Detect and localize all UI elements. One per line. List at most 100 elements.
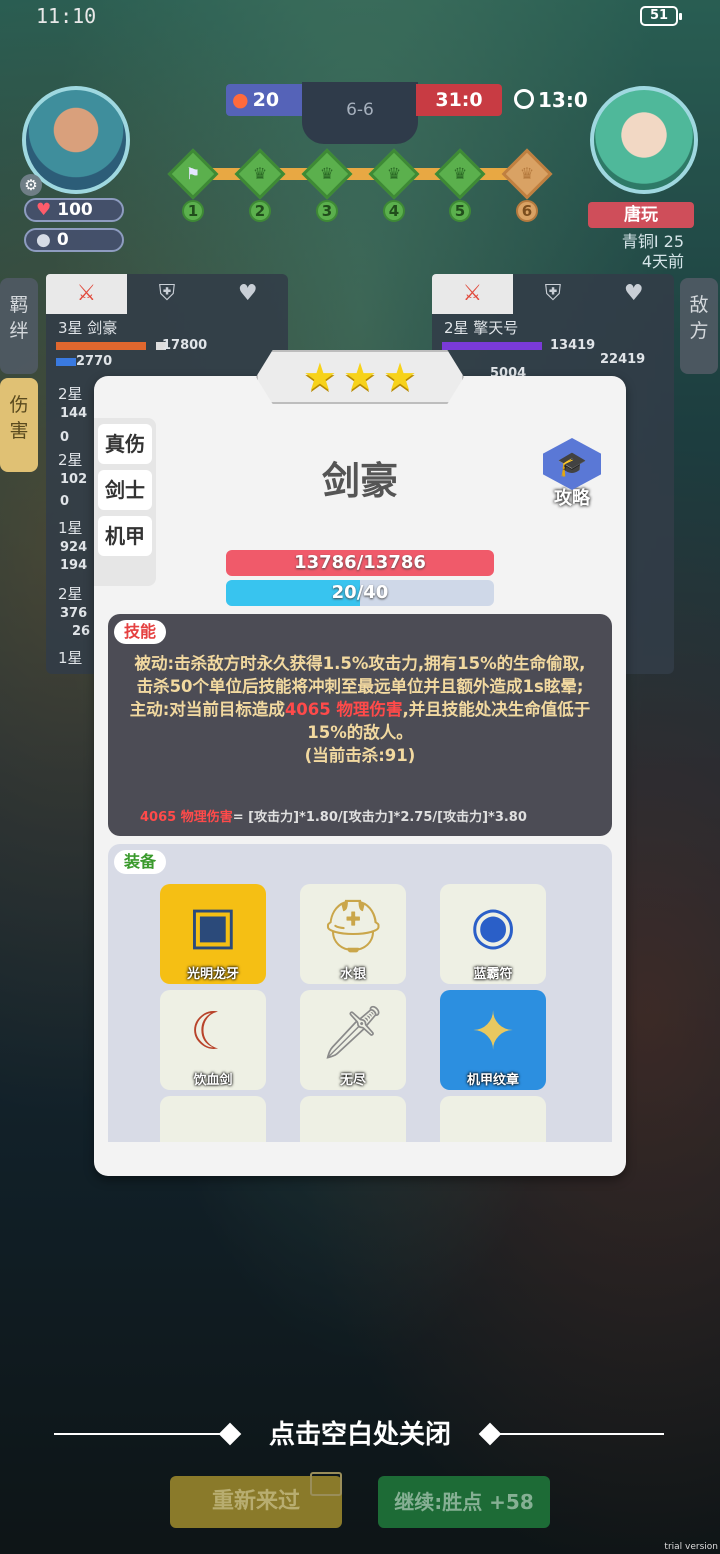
star-icon: ★ [302, 355, 337, 399]
round-indicator: 6-6 [302, 82, 418, 144]
equipment-item[interactable]: 🗡 无尽 [300, 990, 406, 1090]
battery-icon: 51 [640, 6, 682, 26]
trait-chip[interactable]: 真伤 [98, 424, 152, 464]
equipment-item[interactable] [300, 1096, 406, 1142]
equipment-section-label: 装备 [114, 850, 167, 874]
unit-label: 1星 [58, 649, 83, 667]
unit-damage: 2770 [76, 354, 113, 369]
continue-button[interactable]: 继续:胜点 +58 [378, 1476, 550, 1528]
formula-scaling: = [攻击力]*1.80/[攻击力]*2.75/[攻击力]*3.80 [232, 810, 527, 825]
video-icon [310, 1472, 342, 1496]
heart-icon[interactable]: ♥ [207, 274, 288, 314]
unit-damage: 0 [60, 430, 70, 445]
trophy-icon: ♛ [386, 164, 402, 183]
tab-bonds[interactable]: 羁 绊 [0, 278, 38, 374]
opponent-avatar[interactable] [590, 86, 698, 194]
trait-chip[interactable]: 剑士 [98, 470, 152, 510]
equipment-name: 饮血剑 [193, 1073, 233, 1088]
tab-enemy[interactable]: 敌 方 [680, 278, 718, 374]
flame-icon: ● [232, 89, 249, 111]
unit-damage: 13419 [550, 338, 596, 353]
player-hp-value: 100 [57, 200, 93, 220]
opponent-rank: 青铜I 25 [621, 232, 684, 251]
equipment-item[interactable] [160, 1096, 266, 1142]
unit-damage: 26 [72, 624, 91, 639]
unit-damage: 102 [60, 472, 88, 487]
unit-label: 1星 [58, 519, 83, 537]
unit-label: 3星 剑豪 [58, 319, 118, 337]
trophy-icon: ♛ [319, 164, 335, 183]
unit-label: 2星 [58, 451, 83, 469]
skill-passive: 被动:击杀敌方时永久获得1.5%攻击力,拥有15%的生命偷取,击杀50个单位后技… [134, 654, 586, 696]
star-icon: ★ [342, 355, 378, 399]
equipment-item[interactable]: ◉ 蓝霸符 [440, 884, 546, 984]
skill-active-damage: 4065 物理伤害 [284, 700, 403, 719]
skill-active-prefix: 主动:对当前目标造成 [129, 700, 285, 719]
close-hint[interactable]: 点击空白处关闭 [0, 1414, 720, 1451]
shield-icon[interactable]: ⛨ [127, 274, 208, 314]
red-score: 31:0 [416, 84, 502, 116]
trait-chip[interactable]: 机甲 [98, 516, 152, 556]
damage-bar [56, 342, 146, 350]
timer-value: 13:0 [538, 88, 588, 112]
stage-number: 6 [516, 200, 538, 222]
orb-icon: ◉ [470, 896, 516, 956]
equipment-name: 无尽 [339, 1073, 366, 1088]
mana-text: 20/40 [331, 582, 389, 603]
skill-section-label: 技能 [114, 620, 167, 644]
heart-icon[interactable]: ♥ [593, 274, 674, 314]
skill-kill-count: (当前击杀:91) [304, 746, 416, 765]
trophy-icon: ♛ [519, 164, 535, 183]
unit-damage: 144 [60, 406, 88, 421]
star-icon: ★ [383, 355, 418, 399]
trait-list: 真伤 剑士 机甲 [94, 418, 156, 586]
unit-damage: 376 [60, 606, 88, 621]
star-rating: ★ ★ ★ [256, 350, 464, 404]
unit-damage: 194 [60, 558, 88, 573]
unit-label: 2星 擎天号 [444, 319, 519, 337]
stage-number: 5 [449, 200, 471, 222]
damage-bar [56, 358, 76, 366]
armor-icon: ▣ [188, 896, 238, 956]
skill-section: 技能 被动:击杀敌方时永久获得1.5%攻击力,拥有15%的生命偷取,击杀50个单… [108, 614, 612, 836]
skill-formula: 4065 物理伤害= [攻击力]*1.80/[攻击力]*2.75/[攻击力]*3… [140, 806, 527, 825]
watermark: trial version [664, 1542, 718, 1552]
hero-mana-bar: 20/40 [226, 580, 494, 606]
tab-damage[interactable]: 伤 害 [0, 378, 38, 472]
gear-icon[interactable]: ⚙ [20, 174, 42, 196]
sword-icon: 🗡 [319, 1002, 386, 1063]
skill-active: 主动:对当前目标造成4065 物理伤害,并且技能处决生命值低于15%的敌人。 [128, 698, 592, 744]
player-coins: ● 0 [24, 228, 124, 252]
stage-number: 1 [182, 200, 204, 222]
shield-icon[interactable]: ⛨ [513, 274, 594, 314]
equipment-section: 装备 ▣ 光明龙牙 ⛑ 水银 ◉ 蓝霸符 ☾ 饮血剑 🗡 无尽 ✦ 机甲纹章 [108, 844, 612, 1142]
equipment-item[interactable]: ▣ 光明龙牙 [160, 884, 266, 984]
sword-icon[interactable]: ⚔ [46, 274, 127, 314]
trophy-icon: ♛ [252, 164, 268, 183]
equipment-item[interactable]: ✦ 机甲纹章 [440, 990, 546, 1090]
scythe-icon: ☾ [189, 1002, 237, 1062]
status-time: 11:10 [36, 4, 97, 28]
tab-enemy-label: 敌 方 [689, 294, 709, 342]
tab-damage-label: 伤 害 [9, 394, 29, 442]
equipment-item[interactable]: ☾ 饮血剑 [160, 990, 266, 1090]
blue-score-value: 20 [252, 89, 280, 111]
player-coins-value: 0 [56, 230, 69, 250]
equipment-name: 水银 [339, 967, 366, 982]
clock-icon [514, 89, 534, 109]
stage-number: 3 [316, 200, 338, 222]
skill-description: 被动:击杀敌方时永久获得1.5%攻击力,拥有15%的生命偷取,击杀50个单位后技… [128, 652, 592, 767]
heart-icon: ♥ [36, 200, 52, 220]
hero-name: 剑豪 [321, 459, 398, 503]
opponent-last-seen: 4天前 [641, 252, 684, 271]
equipment-item[interactable]: ⛑ 水银 [300, 884, 406, 984]
guide-button[interactable]: 🎓 攻略 [540, 438, 604, 510]
blue-score: ● 20 [226, 84, 304, 116]
flag-icon: ⚑ [185, 164, 201, 183]
round-timer: 13:0 [514, 88, 588, 112]
formula-damage: 4065 物理伤害 [140, 810, 233, 825]
unit-damage: 22419 [600, 352, 646, 367]
sword-icon[interactable]: ⚔ [432, 274, 513, 314]
opponent-name: 唐玩 [588, 202, 694, 228]
equipment-item[interactable] [440, 1096, 546, 1142]
